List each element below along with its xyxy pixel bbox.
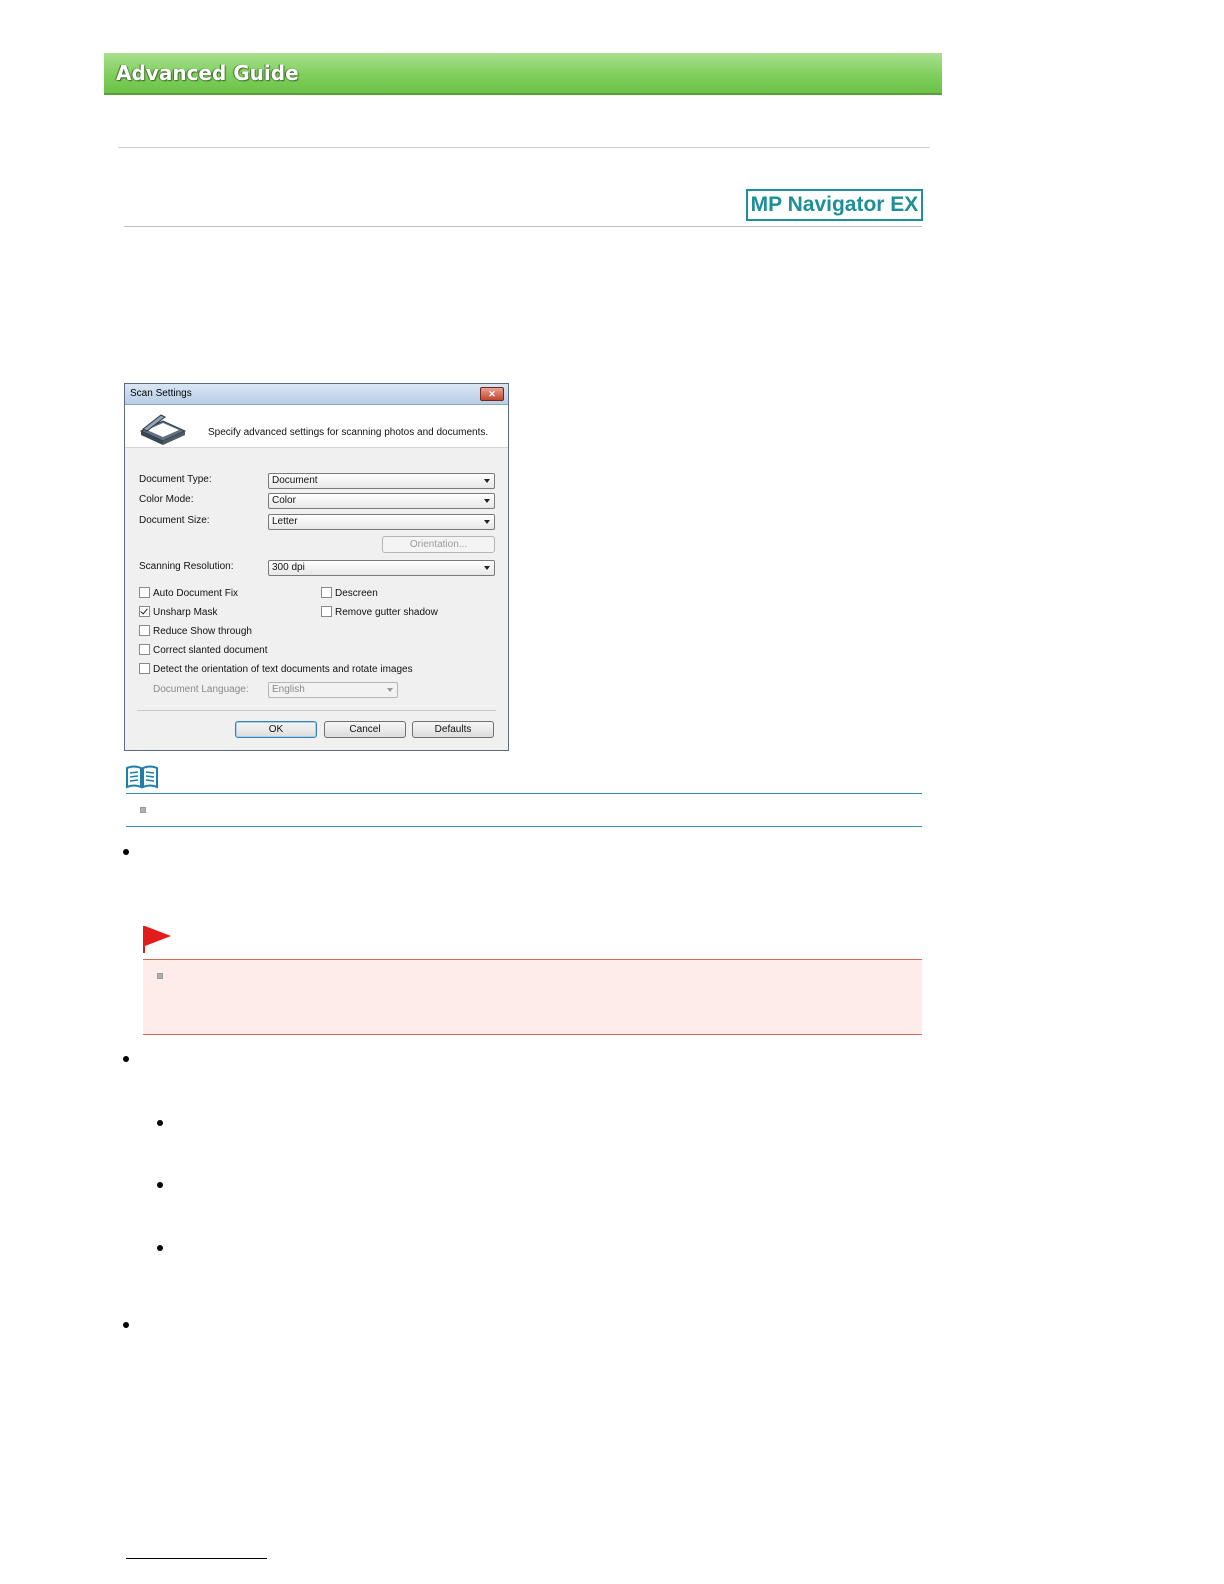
correct-slanted-checkbox[interactable]: Correct slanted document bbox=[139, 644, 268, 656]
color-mode-label: Color Mode: bbox=[139, 494, 194, 505]
document-language-value: English bbox=[272, 684, 305, 695]
document-size-value: Letter bbox=[272, 516, 298, 527]
dialog-separator bbox=[137, 710, 496, 711]
checkbox-label: Auto Document Fix bbox=[153, 588, 239, 599]
red-flag-icon bbox=[143, 926, 171, 953]
auto-document-fix-checkbox[interactable]: Auto Document Fix bbox=[139, 587, 238, 599]
ok-button[interactable]: OK bbox=[235, 721, 317, 738]
list-bullet bbox=[157, 1245, 163, 1251]
chevron-down-icon bbox=[484, 479, 490, 483]
checkbox-label: Correct slanted document bbox=[153, 645, 268, 656]
document-type-select[interactable]: Document bbox=[268, 473, 495, 489]
document-type-label: Document Type: bbox=[139, 474, 212, 485]
title-divider bbox=[124, 226, 922, 227]
checkbox-box-checked bbox=[139, 606, 150, 617]
note-bottom-rule bbox=[126, 826, 922, 827]
descreen-checkbox[interactable]: Descreen bbox=[321, 587, 378, 599]
checkbox-box bbox=[139, 644, 150, 655]
scan-settings-dialog: Scan Settings ✕ Specify advanced setting… bbox=[124, 383, 509, 751]
checkbox-label: Remove gutter shadow bbox=[335, 607, 438, 618]
checkbox-box bbox=[139, 663, 150, 674]
checkbox-box bbox=[139, 587, 150, 598]
detect-orientation-checkbox[interactable]: Detect the orientation of text documents… bbox=[139, 663, 413, 675]
list-bullet bbox=[123, 849, 129, 855]
reduce-show-through-checkbox[interactable]: Reduce Show through bbox=[139, 625, 252, 637]
book-icon bbox=[126, 765, 158, 789]
top-divider bbox=[118, 147, 930, 148]
document-size-label: Document Size: bbox=[139, 515, 210, 526]
color-mode-select[interactable]: Color bbox=[268, 493, 495, 509]
important-box bbox=[143, 959, 922, 1035]
checkbox-label: Descreen bbox=[335, 588, 378, 599]
list-bullet bbox=[157, 1120, 163, 1126]
chevron-down-icon bbox=[484, 520, 490, 524]
unsharp-mask-checkbox[interactable]: Unsharp Mask bbox=[139, 606, 217, 618]
list-bullet bbox=[123, 1056, 129, 1062]
chevron-down-icon bbox=[484, 566, 490, 570]
scanning-resolution-label: Scanning Resolution: bbox=[139, 561, 234, 572]
banner-title: Advanced Guide bbox=[116, 61, 299, 85]
dialog-titlebar: Scan Settings ✕ bbox=[125, 384, 508, 405]
note-bullet bbox=[140, 807, 146, 813]
checkbox-box bbox=[321, 606, 332, 617]
checkbox-label: Reduce Show through bbox=[153, 626, 252, 637]
document-language-select[interactable]: English bbox=[268, 682, 398, 698]
checkbox-box bbox=[321, 587, 332, 598]
dialog-header: Specify advanced settings for scanning p… bbox=[125, 405, 508, 448]
document-type-value: Document bbox=[272, 475, 318, 486]
dialog-title: Scan Settings bbox=[130, 388, 192, 399]
scanning-resolution-value: 300 dpi bbox=[272, 562, 305, 573]
checkbox-label: Detect the orientation of text documents… bbox=[153, 664, 413, 675]
dialog-description: Specify advanced settings for scanning p… bbox=[208, 427, 489, 438]
remove-gutter-shadow-checkbox[interactable]: Remove gutter shadow bbox=[321, 606, 438, 618]
chevron-down-icon bbox=[484, 499, 490, 503]
checkbox-box bbox=[139, 625, 150, 636]
chevron-down-icon bbox=[387, 688, 393, 692]
advanced-guide-banner: Advanced Guide bbox=[104, 53, 942, 95]
defaults-button[interactable]: Defaults bbox=[412, 721, 494, 738]
color-mode-value: Color bbox=[272, 495, 296, 506]
important-bullet bbox=[157, 973, 163, 979]
list-bullet bbox=[157, 1182, 163, 1188]
mp-navigator-ex-logo: MP Navigator EX bbox=[746, 189, 923, 221]
document-size-select[interactable]: Letter bbox=[268, 514, 495, 530]
list-bullet bbox=[123, 1322, 129, 1328]
footer-rule bbox=[126, 1558, 267, 1559]
scanner-icon bbox=[139, 414, 187, 445]
checkbox-label: Unsharp Mask bbox=[153, 607, 218, 618]
scanning-resolution-select[interactable]: 300 dpi bbox=[268, 560, 495, 576]
orientation-button[interactable]: Orientation... bbox=[382, 536, 495, 553]
cancel-button[interactable]: Cancel bbox=[324, 721, 406, 738]
document-language-label: Document Language: bbox=[153, 684, 249, 695]
note-top-rule bbox=[126, 793, 922, 794]
close-icon[interactable]: ✕ bbox=[480, 387, 504, 401]
